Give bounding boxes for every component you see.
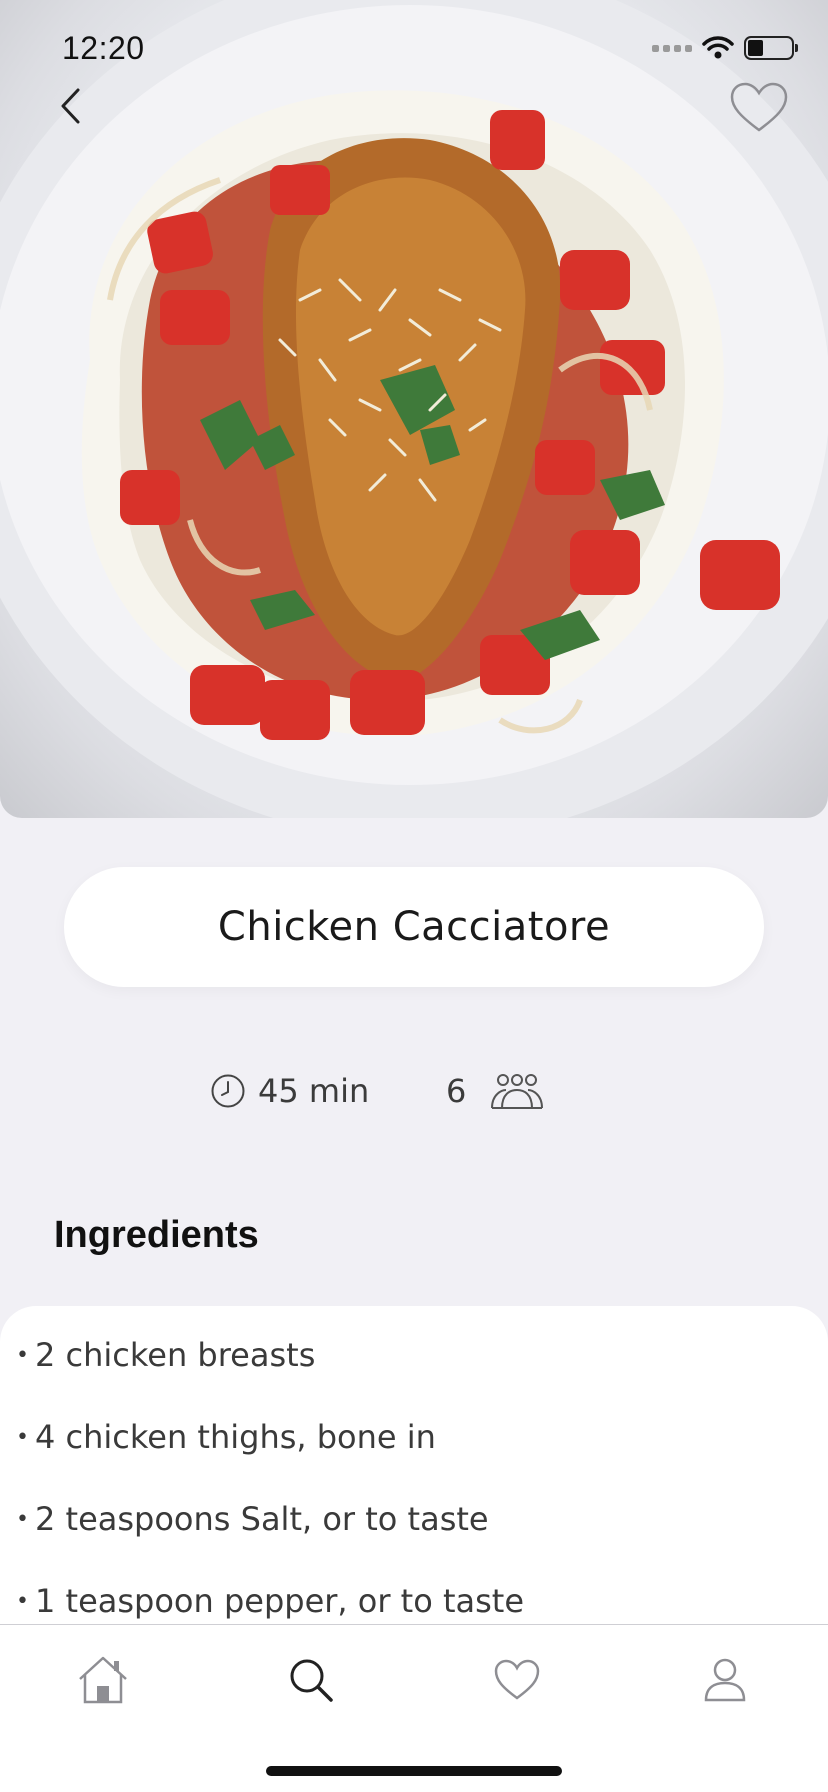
ingredients-card: • 2 chicken breasts • 4 chicken thighs, …	[0, 1306, 828, 1626]
status-time: 12:20	[62, 30, 145, 66]
bullet: •	[16, 1507, 29, 1532]
ingredient-item: • 2 chicken breasts	[0, 1336, 828, 1418]
back-button[interactable]	[48, 84, 92, 128]
profile-icon	[704, 1658, 746, 1702]
tab-search[interactable]	[276, 1645, 346, 1715]
cellular-signal-icon	[652, 44, 692, 52]
favorite-button[interactable]	[728, 80, 790, 136]
bullet: •	[16, 1425, 29, 1450]
recipe-title-card: Chicken Cacciatore	[64, 867, 764, 987]
search-icon	[290, 1659, 333, 1702]
ingredient-text: 2 teaspoons Salt, or to taste	[34, 1500, 489, 1538]
heart-icon	[494, 1659, 540, 1700]
recipe-title: Chicken Cacciatore	[217, 904, 611, 950]
ingredient-item: • 1 teaspoon pepper, or to taste	[0, 1582, 828, 1626]
recipe-meta: 45 min 6	[0, 1072, 828, 1128]
clock-icon	[211, 1074, 245, 1108]
wifi-icon	[702, 36, 734, 59]
ingredient-text: 2 chicken breasts	[34, 1336, 316, 1374]
food-illustration	[0, 0, 828, 818]
home-icon	[79, 1656, 127, 1704]
ingredient-item: • 2 teaspoons Salt, or to taste	[0, 1500, 828, 1582]
recipe-hero-image	[0, 0, 828, 818]
tab-home[interactable]	[68, 1645, 138, 1715]
tab-profile[interactable]	[690, 1645, 760, 1715]
cook-time: 45 min	[210, 1072, 369, 1110]
people-icon	[491, 1074, 544, 1109]
chevron-left-icon	[61, 88, 80, 124]
cook-time-value: 45 min	[258, 1072, 370, 1110]
home-indicator[interactable]	[266, 1766, 562, 1776]
ingredients-list: • 2 chicken breasts • 4 chicken thighs, …	[0, 1306, 828, 1626]
servings-value: 6	[446, 1072, 467, 1110]
bullet: •	[16, 1343, 29, 1368]
ingredient-item: • 4 chicken thighs, bone in	[0, 1418, 828, 1500]
ingredients-heading: Ingredients	[54, 1214, 259, 1256]
ingredient-text: 1 teaspoon pepper, or to taste	[34, 1582, 525, 1620]
heart-outline-icon	[730, 82, 788, 132]
tab-favorites[interactable]	[482, 1645, 552, 1715]
bullet: •	[16, 1589, 29, 1614]
battery-icon	[744, 36, 798, 60]
ingredient-text: 4 chicken thighs, bone in	[34, 1418, 436, 1456]
status-icons	[652, 34, 798, 62]
servings: 6	[446, 1072, 544, 1110]
